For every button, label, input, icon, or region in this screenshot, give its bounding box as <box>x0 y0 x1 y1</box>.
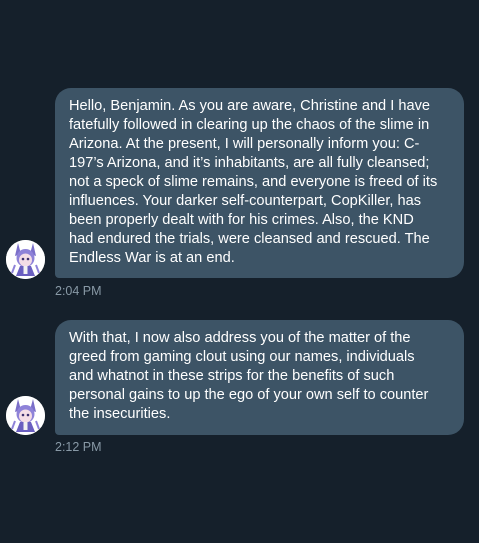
message-timestamp: 2:12 PM <box>55 440 102 454</box>
message-text-line: 197’s Arizona, and it’s inhabitants, are… <box>69 155 430 171</box>
message-text-line: With that, I now also address you of the… <box>69 330 411 346</box>
anime-character-avatar-icon[interactable] <box>6 396 45 435</box>
message-text-line: personal gains to up the ego of your own… <box>69 387 429 403</box>
anime-character-avatar-icon[interactable] <box>6 240 45 279</box>
message-text-line: influences. Your darker self-counterpart… <box>69 193 422 209</box>
message-text-line: the insecurities. <box>69 406 171 422</box>
message-timestamp: 2:04 PM <box>55 284 102 298</box>
message-text-line: not a speck of slime remains, and everyo… <box>69 174 438 190</box>
message-bubble[interactable]: With that, I now also address you of the… <box>55 320 464 435</box>
message-text-line: Endless War is at an end. <box>69 250 235 266</box>
message-text-line: Hello, Benjamin. As you are aware, Chris… <box>69 98 430 114</box>
message-text-line: had endured the trials, were cleansed an… <box>69 231 430 247</box>
message-text-line: been properly dealt with for his crimes.… <box>69 212 414 228</box>
message-thread: Hello, Benjamin. As you are aware, Chris… <box>0 0 479 543</box>
message-text-line: greed from gaming clout using our names,… <box>69 349 415 365</box>
message-text-line: fatefully followed in clearing up the ch… <box>69 117 430 133</box>
message-bubble[interactable]: Hello, Benjamin. As you are aware, Chris… <box>55 88 464 278</box>
message-text-line: Arizona. At the present, I will personal… <box>69 136 420 152</box>
message-text-line: and whatnot in these strips for the bene… <box>69 368 395 384</box>
